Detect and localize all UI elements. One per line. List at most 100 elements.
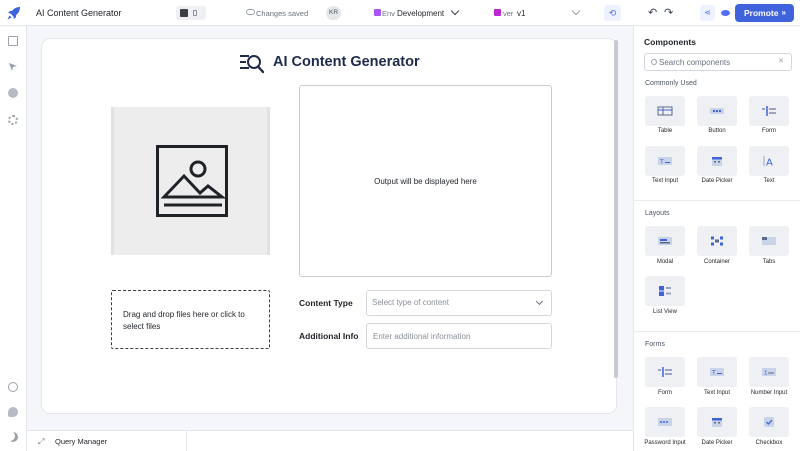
pages-icon[interactable] — [8, 36, 18, 46]
component-label: Text Input — [651, 178, 678, 184]
chat-icon[interactable] — [8, 407, 18, 417]
component-label: Tabs — [762, 259, 776, 265]
tabs-icon — [762, 237, 776, 245]
app-title[interactable]: AI Content Generator — [36, 8, 122, 18]
query-manager-bar[interactable]: ⤢ Query Manager — [27, 430, 633, 451]
component-tile-number-input[interactable]: 1 — [749, 357, 789, 387]
double-chevron-icon: » — [781, 8, 786, 17]
expand-icon[interactable]: ⤢ — [38, 437, 44, 447]
calendar-icon — [712, 157, 722, 166]
component-label: Modal — [656, 259, 674, 265]
divider — [634, 331, 800, 332]
component-tile-date-picker[interactable] — [697, 407, 737, 437]
divider — [186, 431, 187, 451]
number-input-icon: 1 — [762, 368, 776, 377]
component-tile-button[interactable] — [697, 96, 737, 126]
component-label: Text Input — [703, 390, 730, 396]
svg-text:1: 1 — [764, 371, 768, 377]
component-tile-form[interactable] — [749, 96, 789, 126]
section-title-forms: Forms — [645, 341, 665, 348]
component-label: Number Input — [750, 390, 788, 396]
section-title-commonly-used: Commonly Used — [645, 80, 697, 87]
password-input-icon — [658, 418, 672, 426]
page-title: AI Content Generator — [273, 54, 420, 70]
debugger-icon[interactable] — [8, 88, 18, 98]
content-type-label: Content Type — [299, 298, 353, 308]
preview-button[interactable] — [718, 5, 733, 21]
section-title-layouts: Layouts — [645, 210, 670, 217]
form-icon — [762, 106, 776, 116]
undo-button[interactable]: ↶ — [648, 6, 657, 19]
component-tile-table[interactable] — [645, 96, 685, 126]
svg-text:T: T — [659, 159, 664, 166]
content-type-select[interactable]: Select type of content — [366, 290, 552, 316]
output-textarea[interactable]: Output will be displayed here — [299, 85, 552, 277]
theme-icon[interactable] — [8, 432, 18, 442]
query-manager-label[interactable]: Query Manager — [55, 437, 107, 446]
text-input-icon: T — [710, 368, 724, 377]
component-label: Date Picker — [701, 440, 733, 446]
container-icon — [711, 236, 723, 246]
component-label: Checkbox — [755, 440, 783, 446]
share-button[interactable]: ⋖ — [700, 5, 715, 21]
additional-info-label: Additional Info — [299, 331, 359, 341]
image-placeholder[interactable] — [111, 107, 270, 255]
top-bar: AI Content Generator Changes saved KR En… — [0, 0, 800, 26]
component-label: Button — [708, 128, 726, 134]
version-select[interactable]: v1 — [517, 9, 525, 18]
desktop-view-icon[interactable] — [180, 9, 188, 17]
text-input-icon: T — [658, 157, 672, 166]
svg-text:T: T — [711, 370, 716, 377]
components-title: Components — [644, 37, 696, 47]
button-icon — [710, 108, 724, 114]
component-tile-date-picker[interactable] — [697, 146, 737, 176]
additional-info-input[interactable] — [366, 323, 552, 349]
component-tile-container[interactable] — [697, 226, 737, 256]
chevron-down-icon[interactable] — [450, 6, 460, 16]
components-panel: Components ✕ Commonly Used Layouts Forms… — [633, 26, 800, 451]
redo-button[interactable]: ↷ — [664, 6, 673, 19]
environment-select[interactable]: Development — [397, 9, 444, 18]
component-label: Form — [658, 390, 672, 396]
text-icon: A — [763, 156, 773, 167]
component-search-input[interactable] — [659, 55, 777, 70]
left-sidebar — [0, 26, 27, 451]
component-tile-form[interactable] — [645, 357, 685, 387]
component-search[interactable]: ✕ — [644, 53, 792, 71]
component-label: Text — [763, 178, 775, 184]
mobile-view-icon[interactable] — [193, 10, 197, 16]
svg-text:A: A — [766, 158, 773, 167]
clear-icon[interactable]: ✕ — [778, 57, 784, 65]
cloud-check-icon — [246, 9, 255, 15]
component-tile-list-view[interactable] — [645, 276, 685, 306]
component-tile-text[interactable]: A — [749, 146, 789, 176]
modal-icon — [658, 237, 672, 245]
table-icon — [657, 106, 673, 116]
sync-button[interactable]: ⟲ — [604, 5, 621, 21]
promote-label: Promote — [744, 8, 779, 18]
component-tile-password-input[interactable] — [645, 407, 685, 437]
rocket-icon[interactable] — [6, 5, 22, 21]
settings-icon[interactable] — [8, 115, 18, 125]
component-tile-modal[interactable] — [645, 226, 685, 256]
file-dropzone[interactable]: Drag and drop files here or click to sel… — [111, 290, 270, 349]
form-icon — [658, 367, 672, 377]
view-toggle[interactable] — [176, 6, 206, 20]
component-tile-text-input[interactable]: T — [697, 357, 737, 387]
component-tile-checkbox[interactable] — [749, 407, 789, 437]
component-label: Form — [762, 128, 776, 134]
support-icon[interactable] — [8, 382, 18, 392]
promote-button[interactable]: Promote » — [735, 4, 794, 22]
component-label: Date Picker — [701, 178, 733, 184]
list-view-icon — [659, 286, 671, 296]
chevron-down-icon[interactable] — [571, 6, 581, 16]
component-tile-tabs[interactable] — [749, 226, 789, 256]
component-tile-text-input[interactable]: T — [645, 146, 685, 176]
canvas-scrollbar[interactable] — [614, 40, 618, 378]
avatar[interactable]: KR — [326, 6, 341, 20]
calendar-icon — [712, 418, 722, 427]
chevron-down-icon — [535, 297, 544, 306]
environment-icon — [374, 9, 381, 16]
save-status: Changes saved — [256, 9, 309, 18]
inspect-icon[interactable] — [8, 62, 18, 72]
